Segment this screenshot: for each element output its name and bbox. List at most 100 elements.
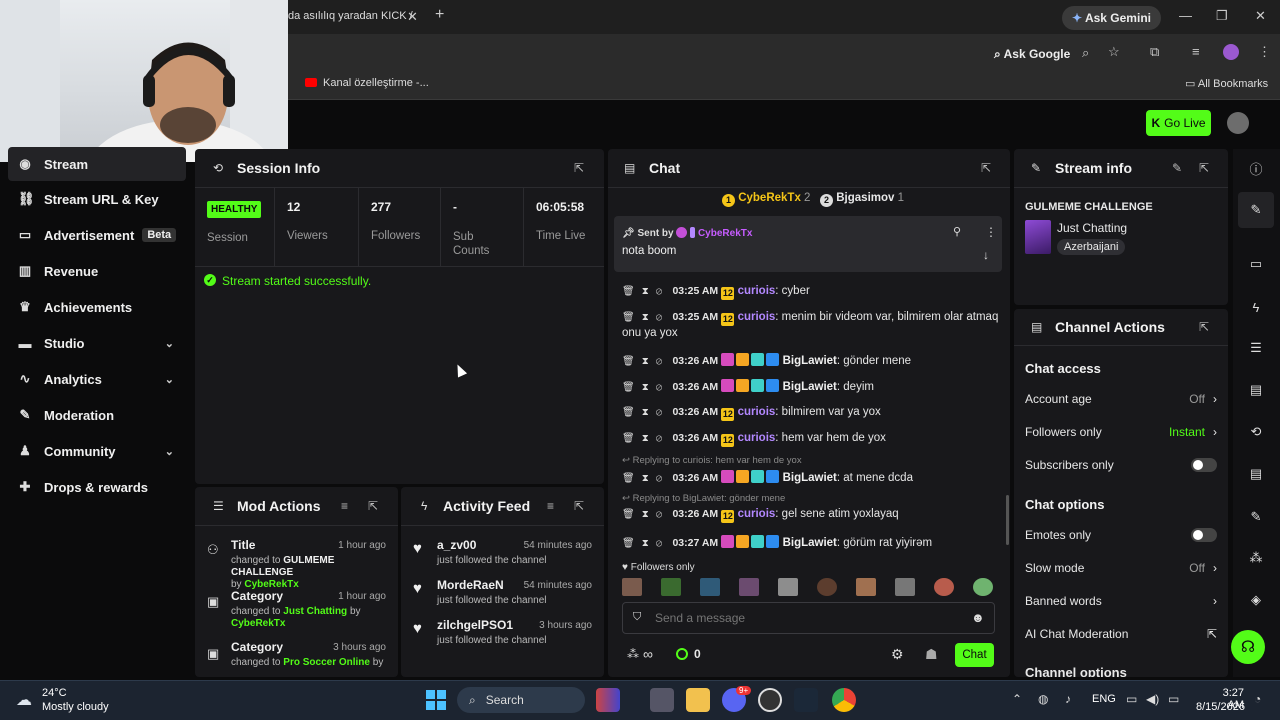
browser-tab-title[interactable]: da asılılıq yaradan KICK /	[288, 10, 413, 22]
clock-date[interactable]: 8/15/2026	[1196, 701, 1245, 713]
chat-message[interactable]: 🗑︎⧗⊘ 03:26 AM BigLawiet: gönder mene	[622, 353, 911, 367]
sidebar-item-stream-url[interactable]: ⛓ Stream URL & Key	[8, 182, 186, 216]
tag-icon[interactable]: ◈	[1238, 582, 1274, 618]
network-icon[interactable]: ▭	[1126, 692, 1137, 706]
gifter-name[interactable]: Bjgasimov	[836, 192, 894, 204]
chrome-icon[interactable]	[832, 688, 856, 712]
message-user[interactable]: BigLawiet	[783, 472, 837, 484]
edit-icon[interactable]: ✎	[1172, 161, 1182, 175]
taskbar-search[interactable]: ⌕ Search	[457, 687, 585, 713]
mod-tools-icons[interactable]: 🗑︎⧗⊘	[622, 382, 669, 393]
sidebar-item-stream[interactable]: ◉ Stream	[8, 147, 186, 181]
language-tag[interactable]: Azerbaijani	[1057, 239, 1126, 255]
message-user[interactable]: curiois	[738, 311, 776, 323]
emoji-icon[interactable]: ☻	[971, 610, 985, 625]
minimize-icon[interactable]: —	[1179, 8, 1192, 23]
avatar[interactable]	[778, 578, 798, 596]
chat-input[interactable]	[655, 608, 955, 628]
message-user[interactable]: BigLawiet	[783, 355, 837, 367]
expand-down-icon[interactable]: ↓	[983, 248, 989, 262]
steam-icon[interactable]	[794, 688, 818, 712]
reply-context[interactable]: ↩ Replying to BigLawiet: gönder mene	[622, 493, 785, 504]
channel-icon[interactable]: ▤	[1238, 456, 1274, 492]
avatar[interactable]	[817, 578, 837, 596]
gear-icon[interactable]: ⚙	[891, 646, 904, 663]
sidebar-item-advertisement[interactable]: ▭ Advertisement Beta	[8, 218, 186, 252]
gifter-name[interactable]: CybeRekTx	[738, 192, 801, 204]
obs-icon[interactable]	[758, 688, 782, 712]
subscribers-only-row[interactable]: Subscribers only	[1025, 458, 1217, 472]
mod-tools-icons[interactable]: 🗑︎⧗⊘	[622, 407, 669, 418]
message-user[interactable]: BigLawiet	[783, 381, 837, 393]
tray-app-icon[interactable]: ◍	[1038, 692, 1048, 706]
avatar[interactable]	[739, 578, 759, 596]
notifications-icon[interactable]: ◔	[1254, 692, 1261, 706]
pinned-user[interactable]: CybeRekTx	[698, 228, 752, 239]
chat-message[interactable]: 🗑︎⧗⊘ 03:26 AM 12 curiois: hem var hem de…	[622, 432, 886, 447]
ai-moderation-row[interactable]: AI Chat Moderation ⇱	[1025, 627, 1217, 641]
pin-toggle-icon[interactable]: ⚲	[953, 225, 961, 238]
all-bookmarks[interactable]: ▭ All Bookmarks	[1185, 77, 1268, 90]
file-explorer-icon[interactable]	[686, 688, 710, 712]
chat-scrollbar[interactable]	[1006, 495, 1009, 545]
more-options-icon[interactable]: ⋮	[985, 225, 997, 239]
windows-start-icon[interactable]	[426, 690, 446, 710]
mod-action-value[interactable]: Just Chatting	[283, 606, 347, 617]
sidebar-item-analytics[interactable]: ∿ Analytics ⌄	[8, 362, 186, 396]
sidebar-item-revenue[interactable]: ▥ Revenue	[8, 254, 186, 288]
chat-message[interactable]: 🗑︎⧗⊘ 03:26 AM BigLawiet: deyim	[622, 379, 874, 393]
bookmark-item[interactable]: Kanal özelleştirme -...	[323, 77, 429, 89]
sidebar-item-community[interactable]: ♟ Community ⌄	[8, 434, 186, 468]
ask-google-button[interactable]: ⌕ Ask Google	[984, 42, 1080, 67]
popout-icon[interactable]: ⇱	[574, 161, 584, 175]
mod-tools-icons[interactable]: 🗑︎⧗⊘	[622, 538, 669, 549]
weather-temp[interactable]: 24°C	[42, 687, 67, 699]
maximize-icon[interactable]: ❐	[1216, 8, 1228, 24]
support-headset-icon[interactable]: ☊	[1231, 630, 1265, 664]
chat-send-button[interactable]: Chat	[955, 643, 994, 667]
chat-message[interactable]: 🗑︎⧗⊘ 03:26 AM 12 curiois: bilmirem var y…	[622, 406, 881, 421]
battery-icon[interactable]: ▭	[1168, 692, 1179, 706]
tray-chevron-icon[interactable]: ⌃	[1012, 692, 1022, 706]
filter-icon[interactable]: ≡	[341, 499, 348, 513]
mod-tools-icons[interactable]: 🗑︎⧗⊘	[622, 356, 669, 367]
avatar[interactable]	[661, 578, 681, 596]
slow-mode-row[interactable]: Slow mode Off ›	[1025, 561, 1217, 575]
user-avatar[interactable]	[1227, 112, 1249, 134]
points-icon[interactable]: ⁂	[627, 647, 639, 661]
emotes-only-toggle[interactable]	[1191, 528, 1217, 542]
edit-icon[interactable]: ✎	[1238, 192, 1274, 228]
mod-tools-icons[interactable]: 🗑︎⧗⊘	[622, 509, 669, 520]
avatar[interactable]	[856, 578, 876, 596]
sidebar-item-achievements[interactable]: ♛ Achievements	[8, 290, 186, 324]
mod-tools-icons[interactable]: 🗑︎⧗⊘	[622, 433, 669, 444]
profile-avatar[interactable]	[1223, 44, 1239, 60]
mod-action-user[interactable]: CybeRekTx	[231, 618, 285, 629]
chat-message[interactable]: 🗑︎⧗⊘ 03:25 AM 12 curiois: cyber	[622, 285, 810, 300]
message-user[interactable]: curiois	[738, 285, 776, 297]
bot-icon[interactable]: ☗	[925, 646, 938, 663]
popout-icon[interactable]: ⇱	[574, 499, 584, 513]
app-icon[interactable]	[596, 688, 620, 712]
followers-only-row[interactable]: Followers only Instant ›	[1025, 425, 1217, 439]
sidebar-item-drops[interactable]: ✚ Drops & rewards	[8, 470, 186, 504]
message-user[interactable]: curiois	[738, 406, 776, 418]
category-name[interactable]: Just Chatting	[1057, 221, 1127, 235]
microphone-icon[interactable]: ♪	[1065, 692, 1071, 706]
emotes-only-row[interactable]: Emotes only	[1025, 528, 1217, 542]
list-icon[interactable]: ☰	[1238, 330, 1274, 366]
task-view-icon[interactable]	[650, 688, 674, 712]
zoom-icon[interactable]: ⌕	[1082, 45, 1089, 61]
avatar[interactable]	[895, 578, 915, 596]
sidebar-item-studio[interactable]: ▬ Studio ⌄	[8, 326, 186, 360]
filter-icon[interactable]: ≡	[547, 499, 554, 513]
popout-icon[interactable]: ⇱	[1199, 161, 1209, 175]
new-tab-icon[interactable]: +	[435, 6, 444, 24]
avatar[interactable]	[622, 578, 642, 596]
info-icon[interactable]: ⓘ	[1238, 150, 1274, 186]
more-menu-icon[interactable]: ⋮	[1258, 44, 1271, 60]
language-indicator[interactable]: ENG	[1092, 693, 1116, 705]
chat-message[interactable]: 🗑︎⧗⊘ 03:27 AM BigLawiet: görüm rat yiyir…	[622, 535, 932, 549]
weather-desc[interactable]: Mostly cloudy	[42, 701, 109, 713]
go-live-button[interactable]: K Go Live	[1146, 110, 1211, 136]
